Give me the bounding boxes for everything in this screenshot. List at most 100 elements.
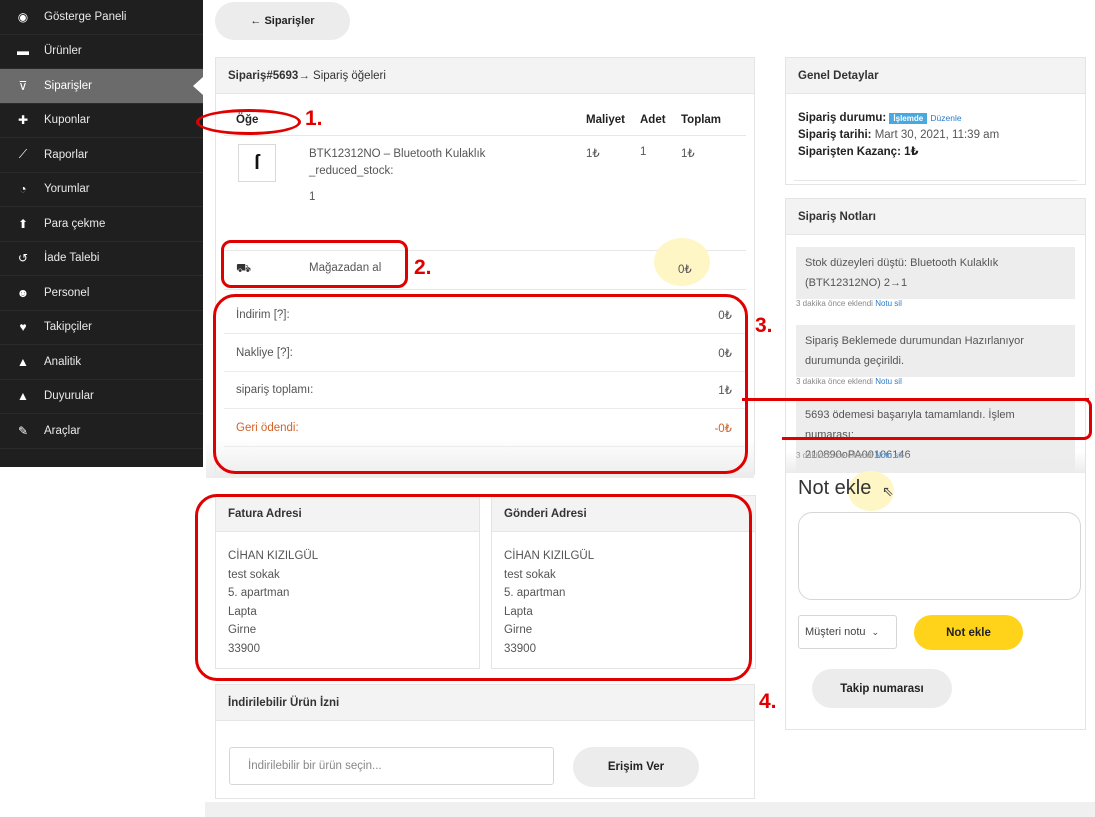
sidebar-item-label: Personel [44,286,90,299]
order-number: Sipariş#5693 [228,69,299,82]
upload-icon: ⬆ [17,216,29,231]
annotation-2-box [221,240,408,288]
undo-icon: ↺ [17,251,29,266]
sidebar-item-label: Ürünler [44,45,82,58]
annotation-3-note-box [782,398,1092,440]
product-name[interactable]: BTK12312NO – Bluetooth Kulaklık _reduced… [309,146,485,180]
sidebar-item[interactable]: ✎ Araçlar [0,414,203,449]
chevron-down-icon: ⌄ [871,626,880,637]
annotation-1-number: 1. [305,107,323,130]
order-notes-panel: Sipariş Notları Stok düzeyleri düştü: Bl… [785,198,1086,730]
shipping-amount: 0₺ [678,264,692,276]
heart-icon: ♥ [19,320,27,335]
product-name-line2: _reduced_stock: [309,165,394,177]
sidebar-item[interactable]: ⬆ Para çekme [0,207,203,242]
sidebar-item-label: Kuponlar [44,114,91,127]
downloadable-placeholder: İndirilebilir bir ürün seçin... [248,760,382,772]
sidebar-item[interactable]: ⊽ Siparişler [0,69,203,104]
note-textarea[interactable] [798,512,1081,600]
order-note-text: Stok düzeyleri düştü: Bluetooth Kulaklık [805,257,999,269]
date-value: Mart 30, 2021, 11:39 am [874,129,1000,141]
col-cost: Maliyet [586,114,625,126]
product-total: 1₺ [681,148,695,160]
order-note-meta: 3 dakika önce eklendi Notu sil [796,377,902,386]
product-cost: 1₺ [586,148,600,160]
order-notes-title: Sipariş Notları [798,210,876,223]
sidebar-item[interactable]: ▲ Duyurular [0,380,203,414]
page-footer-strip [205,802,1095,817]
sidebar-item[interactable]: ◔ Yorumlar [0,173,203,207]
sidebar-item-label: Gösterge Paneli [44,10,127,23]
sidebar-item-label: Raporlar [44,148,89,161]
delete-note-link[interactable]: Notu sil [875,377,902,386]
order-note-meta: 3 dakika önce eklendi Notu sil [796,299,902,308]
note-type-value: Müşteri notu [805,626,866,638]
order-items-header: Sipariş#5693 → Sipariş öğeleri [216,58,754,94]
note-timestamp: 3 dakika önce eklendi [796,377,873,386]
dashboard-icon: ◉ [17,9,29,24]
sidebar-item-label: Duyurular [44,390,94,403]
users-icon: ☻ [16,285,30,300]
headphone-icon: ſ [254,151,260,174]
downloadable-header: İndirilebilir Ürün İzni [216,685,754,721]
sidebar-item[interactable]: ⟋ Raporlar [0,138,203,173]
edit-status-link[interactable]: Düzenle [930,113,961,123]
product-name-line1: BTK12312NO – Bluetooth Kulaklık [309,148,486,160]
order-note-text: Sipariş Beklemede durumundan Hazırlanıyo… [805,335,1024,347]
product-qty: 1 [640,146,647,158]
cart-icon: ⊽ [18,78,28,93]
annotation-3-box [213,294,748,474]
bell-icon: ▲ [17,389,29,404]
sidebar-item[interactable]: ☻ Personel [0,276,203,311]
divider [224,135,746,136]
mouse-cursor-icon: ⇖ [882,483,894,499]
gift-icon: ✚ [17,113,29,128]
annotation-2-number: 2. [414,256,432,279]
sidebar-item[interactable]: ✚ Kuponlar [0,104,203,138]
note-type-select[interactable]: Müşteri notu ⌄ [798,615,897,649]
sidebar-item-label: Yorumlar [44,183,90,196]
downloadable-product-select[interactable]: İndirilebilir bir ürün seçin... [229,747,554,785]
sidebar-item-label: Araçlar [44,424,81,437]
order-note-text: (BTK12312NO) 2→1 [805,277,908,289]
date-label: Sipariş tarihi: [798,129,872,141]
downloadable-permission-panel: İndirilebilir Ürün İzni İndirilebilir bi… [215,684,755,799]
annotation-3-number: 3. [755,314,773,337]
order-items-subtitle: → Sipariş öğeleri [298,69,386,82]
delete-note-link[interactable]: Notu sil [875,299,902,308]
sidebar: ◉ Gösterge Paneli ▬ Ürünler ⊽ Siparişler ✚ Kupo… [0,0,203,467]
briefcase-icon: ▬ [17,44,29,59]
annotation-4-number: 4. [759,690,777,713]
wrench-icon: ✎ [17,423,29,438]
downloadable-title: İndirilebilir Ürün İzni [228,696,340,709]
col-qty: Adet [640,114,666,126]
order-note: Sipariş Beklemede durumundan Hazırlanıyo… [796,325,1075,377]
sidebar-item-label: Para çekme [44,217,106,230]
annotation-1-box [196,109,301,135]
back-to-orders-button[interactable]: ← Siparişler [215,2,350,40]
chart-icon: ⟋ [18,147,28,162]
sidebar-item[interactable]: ↺ İade Talebi [0,242,203,276]
general-details-title: Genel Detaylar [798,69,879,82]
add-note-button[interactable]: Not ekle [914,615,1023,650]
status-label: Sipariş durumu: [798,112,887,124]
product-thumbnail[interactable]: ſ [238,144,276,182]
order-note-text: durumunda geçirildi. [805,355,905,367]
tracking-number-button[interactable]: Takip numarası [812,669,952,708]
sidebar-item[interactable]: ▲ Analitik [0,345,203,380]
grant-access-button[interactable]: Erişim Ver [573,747,699,787]
annotation-4-box [195,494,752,681]
sidebar-item[interactable]: ▬ Ürünler [0,35,203,69]
earning-label: Siparişten Kazanç: 1₺ [798,146,919,158]
sidebar-item[interactable]: ◉ Gösterge Paneli [0,0,203,35]
sidebar-item-label: İade Talebi [44,252,100,265]
sidebar-item[interactable]: ♥ Takipçiler [0,311,203,345]
sidebar-item-label: Analitik [44,355,82,368]
product-meta: 1 [309,191,316,203]
divider [794,180,1077,181]
order-notes-header: Sipariş Notları [786,199,1085,235]
order-summary: Sipariş durumu: İşlemde Düzenle Sipariş … [798,110,999,161]
divider [224,289,746,290]
col-total: Toplam [681,114,722,126]
note-timestamp: 3 dakika önce eklendi [796,299,873,308]
